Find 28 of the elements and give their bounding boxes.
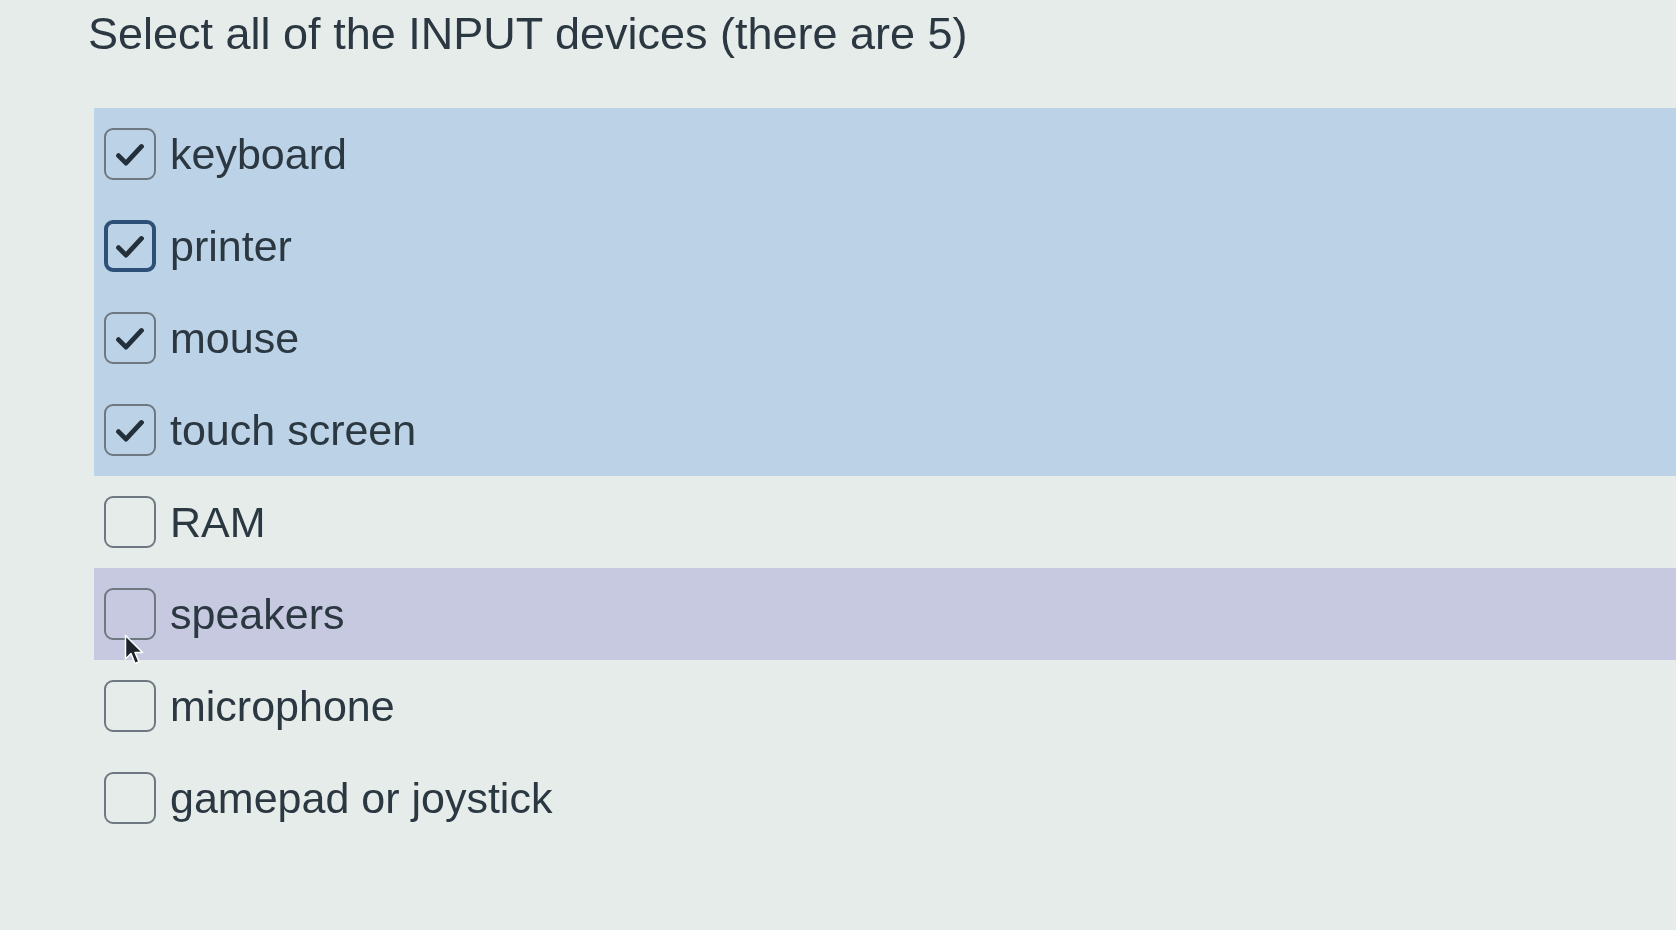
checkbox[interactable] (104, 680, 156, 732)
answer-option[interactable]: printer (94, 200, 1676, 292)
option-label: microphone (170, 681, 395, 732)
option-label: keyboard (170, 129, 347, 180)
answer-option[interactable]: keyboard (94, 108, 1676, 200)
checkbox[interactable] (104, 220, 156, 272)
answer-option[interactable]: microphone (94, 660, 1676, 752)
answer-option[interactable]: mouse (94, 292, 1676, 384)
check-icon (116, 142, 144, 166)
checkbox[interactable] (104, 404, 156, 456)
checkbox[interactable] (104, 128, 156, 180)
option-label: mouse (170, 313, 300, 364)
question-text: Select all of the INPUT devices (there are 5) (88, 7, 969, 61)
option-label: touch screen (170, 405, 417, 456)
option-label: gamepad or joystick (170, 773, 553, 824)
answer-option[interactable]: touch screen (94, 384, 1676, 476)
option-label: RAM (170, 497, 266, 548)
checkbox[interactable] (104, 496, 156, 548)
answer-option[interactable]: RAM (94, 476, 1676, 568)
check-icon (116, 418, 144, 442)
check-icon (116, 326, 144, 350)
check-icon (116, 234, 144, 258)
option-label: speakers (170, 589, 345, 640)
checkbox[interactable] (104, 772, 156, 824)
option-label: printer (170, 221, 292, 272)
mouse-pointer-icon (124, 634, 146, 666)
answer-option[interactable]: gamepad or joystick (94, 752, 1676, 844)
checkbox[interactable] (104, 312, 156, 364)
